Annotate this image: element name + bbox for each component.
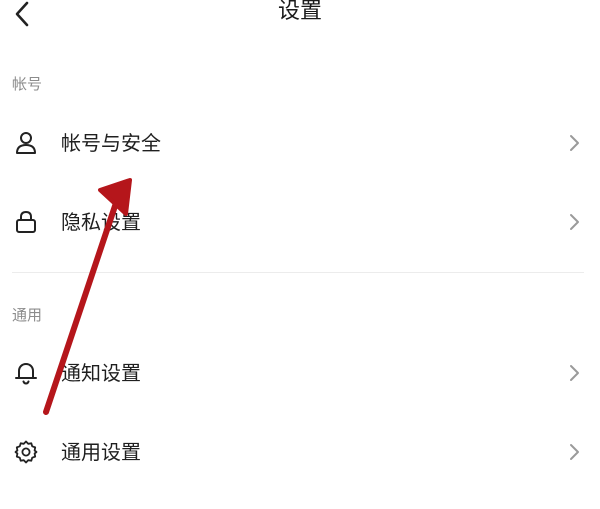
row-label: 隐私设置: [61, 210, 141, 234]
settings-row-account-security[interactable]: 帐号与安全: [0, 113, 600, 173]
chevron-right-icon: [566, 362, 582, 384]
row-label: 通知设置: [61, 361, 141, 385]
bell-icon: [12, 359, 40, 387]
row-label: 帐号与安全: [61, 131, 161, 155]
section-header-account: 帐号: [12, 75, 43, 93]
page-title: 设置: [277, 0, 322, 24]
section-divider: [12, 272, 584, 273]
row-label: 通用设置: [61, 440, 141, 464]
chevron-right-icon: [566, 211, 582, 233]
section-header-general: 通用: [12, 306, 43, 324]
settings-row-privacy[interactable]: 隐私设置: [0, 192, 600, 252]
chevron-right-icon: [566, 132, 582, 154]
settings-row-notifications[interactable]: 通知设置: [0, 343, 600, 403]
header-bar: 设置: [0, 0, 600, 36]
chevron-right-icon: [566, 441, 582, 463]
lock-icon: [12, 208, 40, 236]
settings-row-general[interactable]: 通用设置: [0, 422, 600, 482]
gear-icon: [12, 438, 40, 466]
user-icon: [12, 129, 40, 157]
